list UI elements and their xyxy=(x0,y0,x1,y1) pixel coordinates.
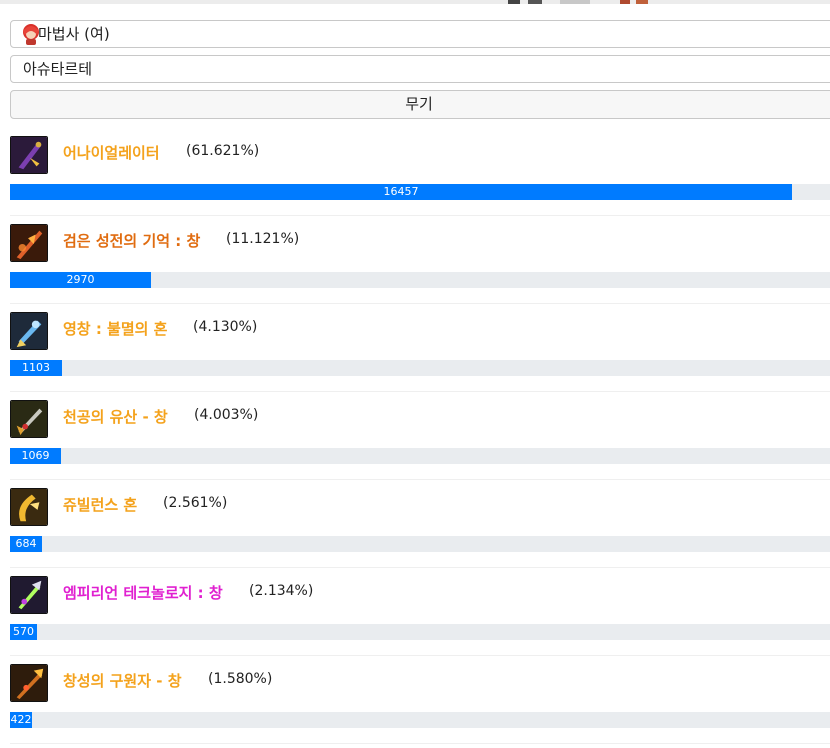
item-name-link[interactable]: 천공의 유산 - 창 xyxy=(63,406,168,427)
banner-fragment xyxy=(508,0,520,4)
item-name-link[interactable]: 어나이얼레이터 xyxy=(63,142,160,163)
row-divider xyxy=(10,743,830,744)
class-select[interactable]: 마법사 (여) xyxy=(10,20,830,48)
banner-fragment xyxy=(528,0,542,4)
flaming-spear-icon[interactable] xyxy=(10,224,48,262)
blue-crystal-blade-icon[interactable] xyxy=(10,312,48,350)
row-divider xyxy=(10,215,830,216)
purple-claw-weapon-icon[interactable] xyxy=(10,136,48,174)
row-divider xyxy=(10,567,830,568)
usage-bar-fill: 570 xyxy=(10,624,37,640)
item-row: 쥬빌런스 혼 (2.561%) 684 xyxy=(0,484,830,572)
row-divider xyxy=(10,391,830,392)
usage-bar-fill: 422 xyxy=(10,712,32,728)
usage-bar-track: 2970 xyxy=(10,272,830,288)
category-button[interactable]: 무기 xyxy=(10,90,830,119)
usage-bar-track: 1103 xyxy=(10,360,830,376)
item-percent: (4.130%) xyxy=(193,319,258,335)
item-name-link[interactable]: 영창 : 불멸의 혼 xyxy=(63,318,167,339)
item-percent: (2.561%) xyxy=(163,495,228,511)
row-divider xyxy=(10,655,830,656)
usage-bar-track: 570 xyxy=(10,624,830,640)
golden-horn-icon[interactable] xyxy=(10,488,48,526)
item-name-link[interactable]: 엠피리언 테크놀로지 : 창 xyxy=(63,582,223,603)
item-percent: (4.003%) xyxy=(194,407,259,423)
item-row: 천공의 유산 - 창 (4.003%) 1069 xyxy=(0,396,830,484)
usage-bar-track: 16457 xyxy=(10,184,830,200)
subclass-select-label: 아슈타르테 xyxy=(23,60,93,78)
item-percent: (1.580%) xyxy=(208,671,273,687)
item-name-link[interactable]: 창성의 구원자 - 창 xyxy=(63,670,182,691)
item-row: 엠피리언 테크놀로지 : 창 (2.134%) 570 xyxy=(0,572,830,660)
tech-spear-icon[interactable] xyxy=(10,576,48,614)
banner-fragment xyxy=(620,0,630,4)
item-row: 검은 성전의 기억 : 창 (11.121%) 2970 xyxy=(0,220,830,308)
row-divider xyxy=(10,303,830,304)
item-percent: (61.621%) xyxy=(186,143,260,159)
item-name-link[interactable]: 검은 성전의 기억 : 창 xyxy=(63,230,200,251)
usage-bar-fill: 1069 xyxy=(10,448,61,464)
item-percent: (2.134%) xyxy=(249,583,314,599)
item-row: 영창 : 불멸의 혼 (4.130%) 1103 xyxy=(0,308,830,396)
usage-bar-fill: 1103 xyxy=(10,360,62,376)
usage-bar-fill: 2970 xyxy=(10,272,151,288)
item-row: 창성의 구원자 - 창 (1.580%) 422 xyxy=(0,660,830,748)
row-divider xyxy=(10,479,830,480)
banner-fragment xyxy=(560,0,590,4)
usage-bar-track: 1069 xyxy=(10,448,830,464)
usage-bar-fill: 684 xyxy=(10,536,42,552)
usage-bar-track: 684 xyxy=(10,536,830,552)
top-banner-strip xyxy=(0,0,830,4)
item-name-link[interactable]: 쥬빌런스 혼 xyxy=(63,494,137,515)
item-percent: (11.121%) xyxy=(226,231,300,247)
class-select-label: 마법사 (여) xyxy=(38,25,110,43)
usage-bar-fill: 16457 xyxy=(10,184,792,200)
item-row: 어나이얼레이터 (61.621%) 16457 xyxy=(0,132,830,220)
subclass-select[interactable]: 아슈타르테 xyxy=(10,55,830,83)
savior-spear-icon[interactable] xyxy=(10,664,48,702)
banner-fragment xyxy=(636,0,648,4)
usage-bar-track: 422 xyxy=(10,712,830,728)
sky-spear-icon[interactable] xyxy=(10,400,48,438)
